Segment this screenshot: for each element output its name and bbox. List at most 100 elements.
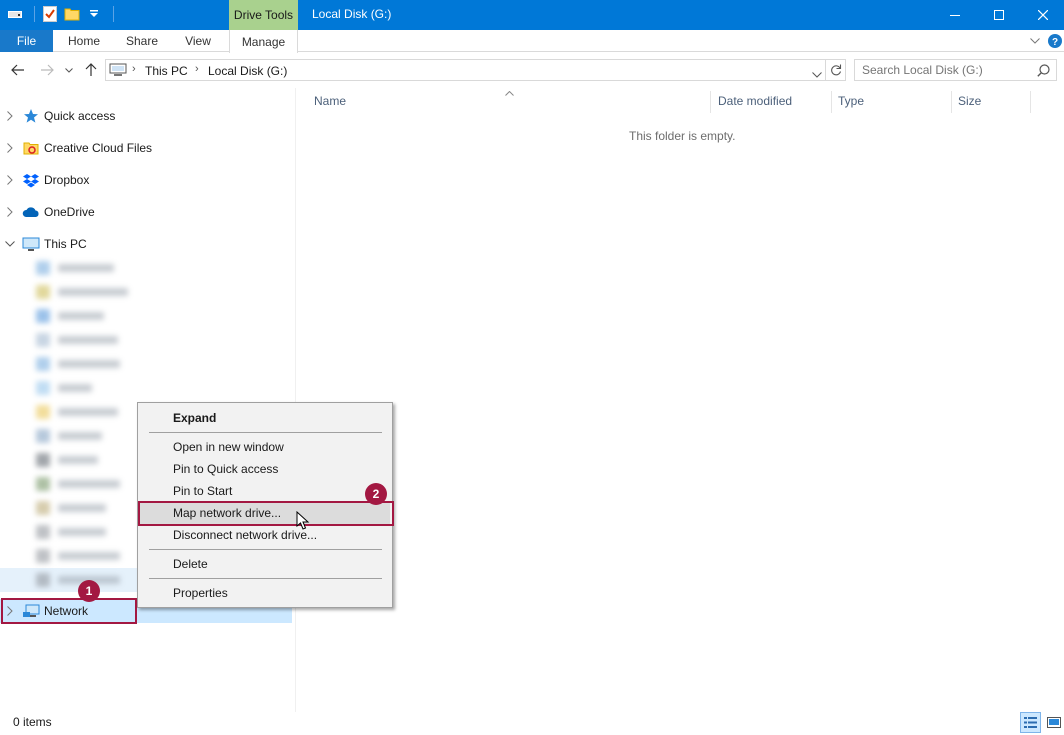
collapse-chevron-icon[interactable] bbox=[5, 239, 15, 249]
menu-item-open-new-window[interactable]: Open in new window bbox=[140, 436, 390, 458]
nav-item-onedrive[interactable]: OneDrive bbox=[0, 200, 292, 224]
redacted-nav-row bbox=[10, 496, 106, 520]
redacted-nav-row bbox=[10, 424, 102, 448]
close-icon bbox=[1038, 10, 1048, 20]
search-input[interactable] bbox=[855, 60, 1035, 80]
redacted-nav-row bbox=[10, 520, 106, 544]
menu-separator bbox=[149, 432, 382, 433]
column-headers: Name Date modified Type Size bbox=[297, 88, 1064, 114]
up-arrow-icon bbox=[85, 63, 97, 76]
redacted-nav-row bbox=[10, 376, 92, 400]
large-icons-view-button[interactable] bbox=[1043, 712, 1064, 733]
column-date-modified[interactable]: Date modified bbox=[718, 88, 828, 114]
breadcrumb-separator-icon: › bbox=[195, 63, 199, 75]
up-button[interactable] bbox=[81, 60, 101, 80]
column-divider[interactable] bbox=[710, 91, 711, 113]
nav-label: Dropbox bbox=[44, 173, 90, 187]
properties-icon[interactable] bbox=[41, 5, 59, 23]
nav-item-quick-access[interactable]: Quick access bbox=[0, 104, 292, 128]
address-dropdown-button[interactable] bbox=[812, 67, 822, 81]
drive-tools-label: Drive Tools bbox=[229, 0, 298, 30]
redacted-nav-row bbox=[10, 304, 104, 328]
map-drive-callout-box bbox=[138, 501, 394, 526]
refresh-button[interactable] bbox=[826, 59, 846, 81]
details-view-button[interactable] bbox=[1020, 712, 1041, 733]
redacted-nav-row bbox=[10, 280, 128, 304]
computer-icon bbox=[22, 235, 40, 253]
menu-item-expand[interactable]: Expand bbox=[140, 407, 390, 429]
search-box[interactable] bbox=[854, 59, 1057, 81]
redacted-nav-row bbox=[10, 352, 120, 376]
nav-item-this-pc[interactable]: This PC bbox=[0, 232, 292, 256]
chevron-down-icon bbox=[1030, 38, 1040, 44]
search-icon[interactable] bbox=[1037, 64, 1050, 80]
minimize-button[interactable] bbox=[932, 0, 978, 30]
column-divider[interactable] bbox=[1030, 91, 1031, 113]
recent-locations-button[interactable] bbox=[62, 60, 76, 80]
menu-item-pin-start[interactable]: Pin to Start bbox=[140, 480, 390, 502]
new-folder-icon[interactable] bbox=[63, 5, 81, 23]
network-callout-box bbox=[1, 598, 137, 624]
tab-manage[interactable]: Manage bbox=[229, 30, 298, 53]
mouse-cursor-icon bbox=[296, 510, 310, 534]
ribbon-tabs: File Home Share View Manage ? bbox=[0, 30, 1064, 53]
svg-text:?: ? bbox=[1052, 37, 1058, 48]
refresh-icon bbox=[830, 64, 841, 76]
step-badge-1: 1 bbox=[78, 580, 100, 602]
address-bar[interactable]: › This PC › Local Disk (G:) bbox=[105, 59, 826, 81]
redacted-nav-row bbox=[10, 328, 118, 352]
empty-folder-message: This folder is empty. bbox=[629, 129, 736, 143]
drive-icon[interactable] bbox=[6, 5, 24, 23]
quick-access-toolbar bbox=[6, 5, 120, 23]
nav-label: OneDrive bbox=[44, 205, 95, 219]
item-count: 0 items bbox=[13, 715, 52, 729]
maximize-button[interactable] bbox=[976, 0, 1022, 30]
nav-item-dropbox[interactable]: Dropbox bbox=[0, 168, 292, 192]
column-name[interactable]: Name bbox=[314, 88, 709, 114]
toolbar-separator bbox=[34, 6, 35, 22]
redacted-nav-row bbox=[10, 568, 120, 592]
onedrive-icon bbox=[22, 203, 40, 221]
tab-view[interactable]: View bbox=[178, 30, 218, 52]
column-size[interactable]: Size bbox=[958, 88, 1028, 114]
creative-cloud-icon bbox=[22, 139, 40, 157]
menu-separator bbox=[149, 578, 382, 579]
step-badge-2: 2 bbox=[365, 483, 387, 505]
menu-item-disconnect-network-drive[interactable]: Disconnect network drive... bbox=[140, 524, 390, 546]
menu-item-delete[interactable]: Delete bbox=[140, 553, 390, 575]
close-button[interactable] bbox=[1020, 0, 1064, 30]
customize-toolbar-icon[interactable] bbox=[85, 5, 103, 23]
column-divider[interactable] bbox=[831, 91, 832, 113]
menu-item-pin-quick-access[interactable]: Pin to Quick access bbox=[140, 458, 390, 480]
column-type[interactable]: Type bbox=[838, 88, 948, 114]
expand-chevron-icon[interactable] bbox=[5, 111, 15, 121]
expand-chevron-icon[interactable] bbox=[5, 143, 15, 153]
nav-item-creative-cloud[interactable]: Creative Cloud Files bbox=[0, 136, 292, 160]
chevron-down-icon bbox=[812, 72, 822, 78]
expand-chevron-icon[interactable] bbox=[5, 175, 15, 185]
tab-file[interactable]: File bbox=[0, 30, 53, 52]
nav-label: Creative Cloud Files bbox=[44, 141, 153, 155]
breadcrumb-this-pc[interactable]: This PC bbox=[145, 64, 188, 78]
menu-separator bbox=[149, 549, 382, 550]
help-button[interactable]: ? bbox=[1047, 30, 1063, 52]
toolbar-separator bbox=[113, 6, 114, 22]
forward-button[interactable] bbox=[37, 60, 57, 80]
menu-item-properties[interactable]: Properties bbox=[140, 582, 390, 604]
chevron-down-icon bbox=[65, 67, 73, 73]
back-button[interactable] bbox=[8, 60, 28, 80]
breadcrumb-local-disk[interactable]: Local Disk (G:) bbox=[208, 64, 287, 78]
maximize-icon bbox=[994, 10, 1004, 20]
column-divider[interactable] bbox=[951, 91, 952, 113]
redacted-nav-row bbox=[10, 472, 120, 496]
expand-chevron-icon[interactable] bbox=[5, 207, 15, 217]
redacted-nav-row bbox=[10, 544, 120, 568]
expand-ribbon-button[interactable] bbox=[1026, 30, 1044, 52]
back-arrow-icon bbox=[11, 64, 24, 76]
nav-label: This PC bbox=[44, 237, 87, 251]
tab-home[interactable]: Home bbox=[60, 30, 108, 52]
breadcrumb-separator-icon: › bbox=[132, 63, 136, 75]
nav-label: Quick access bbox=[44, 109, 116, 123]
large-icons-view-icon bbox=[1046, 717, 1061, 728]
tab-share[interactable]: Share bbox=[120, 30, 164, 52]
